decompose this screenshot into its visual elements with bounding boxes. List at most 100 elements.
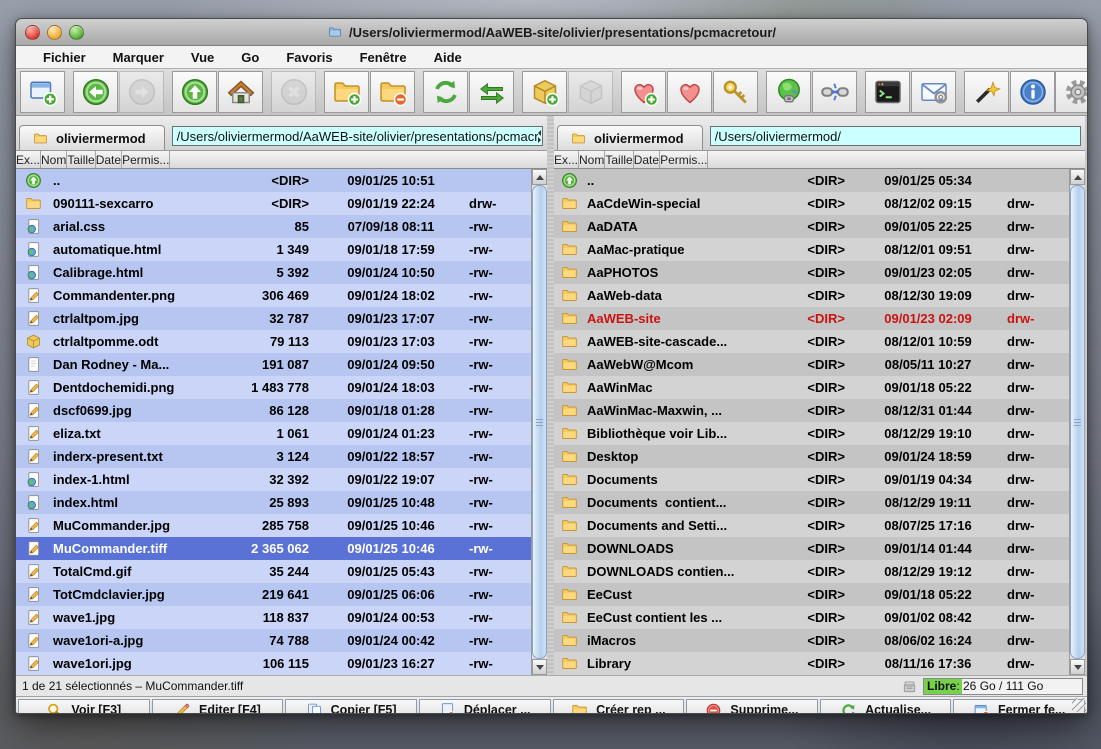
- left-folder-tab[interactable]: oliviermermod: [19, 125, 165, 150]
- preferences-button[interactable]: [1055, 71, 1088, 113]
- menu-item-favoris[interactable]: Favoris: [286, 50, 332, 65]
- file-row[interactable]: DOWNLOADS contien... <DIR> 08/12/29 19:1…: [554, 560, 1069, 583]
- file-row[interactable]: Dentdochemidi.png 1 483 778 09/01/24 18:…: [16, 376, 531, 399]
- file-row[interactable]: wave1ori.jpg 106 115 09/01/23 16:27 -rw-: [16, 652, 531, 675]
- delete-button[interactable]: Supprime...: [686, 699, 818, 714]
- file-row[interactable]: Documents <DIR> 09/01/19 04:34 drw-: [554, 468, 1069, 491]
- column-header[interactable]: Nom: [579, 151, 605, 168]
- file-row[interactable]: AaCdeWin-special <DIR> 08/12/02 09:15 dr…: [554, 192, 1069, 215]
- panel-divider[interactable]: [547, 116, 554, 675]
- file-row[interactable]: EeCust <DIR> 09/01/18 05:22 drw-: [554, 583, 1069, 606]
- path-scroll-arrows[interactable]: [535, 129, 544, 143]
- close-window-button[interactable]: Fermer fe...: [953, 699, 1085, 714]
- file-row[interactable]: wave1ori-a.jpg 74 788 09/01/24 00:42 -rw…: [16, 629, 531, 652]
- file-row[interactable]: ctrlaltpomme.odt 79 113 09/01/23 17:03 -…: [16, 330, 531, 353]
- titlebar[interactable]: /Users/oliviermermod/AaWEB-site/olivier/…: [16, 19, 1087, 46]
- column-header[interactable]: Permis...: [122, 151, 170, 168]
- email-files-button[interactable]: [911, 71, 956, 113]
- go-back-button[interactable]: [73, 71, 118, 113]
- column-header[interactable]: Nom: [41, 151, 67, 168]
- go-home-button[interactable]: [218, 71, 263, 113]
- connect-server-button[interactable]: [766, 71, 811, 113]
- close-window-button[interactable]: [25, 25, 40, 40]
- file-info-button[interactable]: [1010, 71, 1055, 113]
- new-window-button[interactable]: [20, 71, 65, 113]
- refresh-button[interactable]: [423, 71, 468, 113]
- file-row[interactable]: .. <DIR> 09/01/25 10:51: [16, 169, 531, 192]
- pencil-button[interactable]: Editer [F4]: [152, 699, 284, 714]
- swap-panels-button[interactable]: [469, 71, 514, 113]
- go-forward-button[interactable]: [119, 71, 164, 113]
- file-row[interactable]: .. <DIR> 09/01/25 05:34: [554, 169, 1069, 192]
- file-row[interactable]: Documents and Setti... <DIR> 08/07/25 17…: [554, 514, 1069, 537]
- file-row[interactable]: wave1.jpg 118 837 09/01/24 00:53 -rw-: [16, 606, 531, 629]
- file-row[interactable]: Calibrage.html 5 392 09/01/24 10:50 -rw-: [16, 261, 531, 284]
- file-row[interactable]: Documents contient... <DIR> 08/12/29 19:…: [554, 491, 1069, 514]
- add-bookmark-button[interactable]: [621, 71, 666, 113]
- file-row[interactable]: TotalCmd.gif 35 244 09/01/25 05:43 -rw-: [16, 560, 531, 583]
- scroll-up-button[interactable]: [1070, 169, 1085, 185]
- credentials-button[interactable]: [713, 71, 758, 113]
- move-button[interactable]: Déplacer ...: [419, 699, 551, 714]
- menu-item-vue[interactable]: Vue: [191, 50, 214, 65]
- menu-item-aide[interactable]: Aide: [434, 50, 462, 65]
- file-row[interactable]: Bibliothèque voir Lib... <DIR> 08/12/29 …: [554, 422, 1069, 445]
- file-row[interactable]: AaWinMac-Maxwin, ... <DIR> 08/12/31 01:4…: [554, 399, 1069, 422]
- file-row[interactable]: automatique.html 1 349 09/01/18 17:59 -r…: [16, 238, 531, 261]
- delete-folder-button[interactable]: [370, 71, 415, 113]
- scroll-down-button[interactable]: [1070, 659, 1085, 675]
- file-row[interactable]: AaDATA <DIR> 09/01/05 22:25 drw-: [554, 215, 1069, 238]
- scroll-thumb[interactable]: [1070, 185, 1085, 659]
- menu-item-fichier[interactable]: Fichier: [43, 50, 86, 65]
- file-row[interactable]: iMacros <DIR> 08/06/02 16:24 drw-: [554, 629, 1069, 652]
- column-header[interactable]: Ex...: [554, 151, 579, 168]
- right-path-input[interactable]: [710, 126, 1081, 146]
- file-row[interactable]: eliza.txt 1 061 09/01/24 01:23 -rw-: [16, 422, 531, 445]
- scroll-up-button[interactable]: [532, 169, 547, 185]
- file-row[interactable]: MuCommander.tiff 2 365 062 09/01/25 10:4…: [16, 537, 531, 560]
- file-row[interactable]: AaWebW@Mcom <DIR> 08/05/11 10:27 drw-: [554, 353, 1069, 376]
- terminal-button[interactable]: [865, 71, 910, 113]
- reload-button[interactable]: Actualise...: [820, 699, 952, 714]
- unpack-button[interactable]: [568, 71, 613, 113]
- file-row[interactable]: AaWEB-site-cascade... <DIR> 08/12/01 10:…: [554, 330, 1069, 353]
- stop-button[interactable]: [271, 71, 316, 113]
- file-row[interactable]: 090111-sexcarro <DIR> 09/01/19 22:24 drw…: [16, 192, 531, 215]
- edit-bookmarks-button[interactable]: [667, 71, 712, 113]
- column-header[interactable]: Permis...: [660, 151, 708, 168]
- column-header[interactable]: Date: [96, 151, 122, 168]
- file-row[interactable]: MuCommander.jpg 285 758 09/01/25 10:46 -…: [16, 514, 531, 537]
- file-row[interactable]: inderx-present.txt 3 124 09/01/22 18:57 …: [16, 445, 531, 468]
- file-row[interactable]: EeCust contient les ... <DIR> 09/01/02 0…: [554, 606, 1069, 629]
- column-header[interactable]: Taille: [67, 151, 95, 168]
- file-row[interactable]: Desktop <DIR> 09/01/24 18:59 drw-: [554, 445, 1069, 468]
- resize-grip[interactable]: [1072, 698, 1086, 712]
- disconnect-button[interactable]: [812, 71, 857, 113]
- menu-item-fenêtre[interactable]: Fenêtre: [360, 50, 407, 65]
- go-parent-button[interactable]: [172, 71, 217, 113]
- new-folder-button[interactable]: [324, 71, 369, 113]
- pack-button[interactable]: [522, 71, 567, 113]
- file-row[interactable]: ctrlaltpom.jpg 32 787 09/01/23 17:07 -rw…: [16, 307, 531, 330]
- file-row[interactable]: AaWinMac <DIR> 09/01/18 05:22 drw-: [554, 376, 1069, 399]
- left-path-input[interactable]: [172, 126, 543, 146]
- file-row[interactable]: AaMac-pratique <DIR> 08/12/01 09:51 drw-: [554, 238, 1069, 261]
- file-row[interactable]: dscf0699.jpg 86 128 09/01/18 01:28 -rw-: [16, 399, 531, 422]
- file-row[interactable]: DOWNLOADS <DIR> 09/01/14 01:44 drw-: [554, 537, 1069, 560]
- file-row[interactable]: arial.css 85 07/09/18 08:11 -rw-: [16, 215, 531, 238]
- scroll-thumb[interactable]: [532, 185, 547, 659]
- menu-item-marquer[interactable]: Marquer: [113, 50, 164, 65]
- file-row[interactable]: TotCmdclavier.jpg 219 641 09/01/25 06:06…: [16, 583, 531, 606]
- right-folder-tab[interactable]: oliviermermod: [557, 125, 703, 150]
- file-row[interactable]: Commandenter.png 306 469 09/01/24 18:02 …: [16, 284, 531, 307]
- file-row[interactable]: index-1.html 32 392 09/01/22 19:07 -rw-: [16, 468, 531, 491]
- copy-button[interactable]: Copier [F5]: [285, 699, 417, 714]
- mkdir-button[interactable]: Créer rep ...: [553, 699, 685, 714]
- file-row[interactable]: AaPHOTOS <DIR> 09/01/23 02:05 drw-: [554, 261, 1069, 284]
- file-row[interactable]: Dan Rodney - Ma... 191 087 09/01/24 09:5…: [16, 353, 531, 376]
- minimize-window-button[interactable]: [47, 25, 62, 40]
- zoom-window-button[interactable]: [69, 25, 84, 40]
- column-header[interactable]: Taille: [605, 151, 633, 168]
- column-header[interactable]: Date: [634, 151, 660, 168]
- file-row[interactable]: Library <DIR> 08/11/16 17:36 drw-: [554, 652, 1069, 675]
